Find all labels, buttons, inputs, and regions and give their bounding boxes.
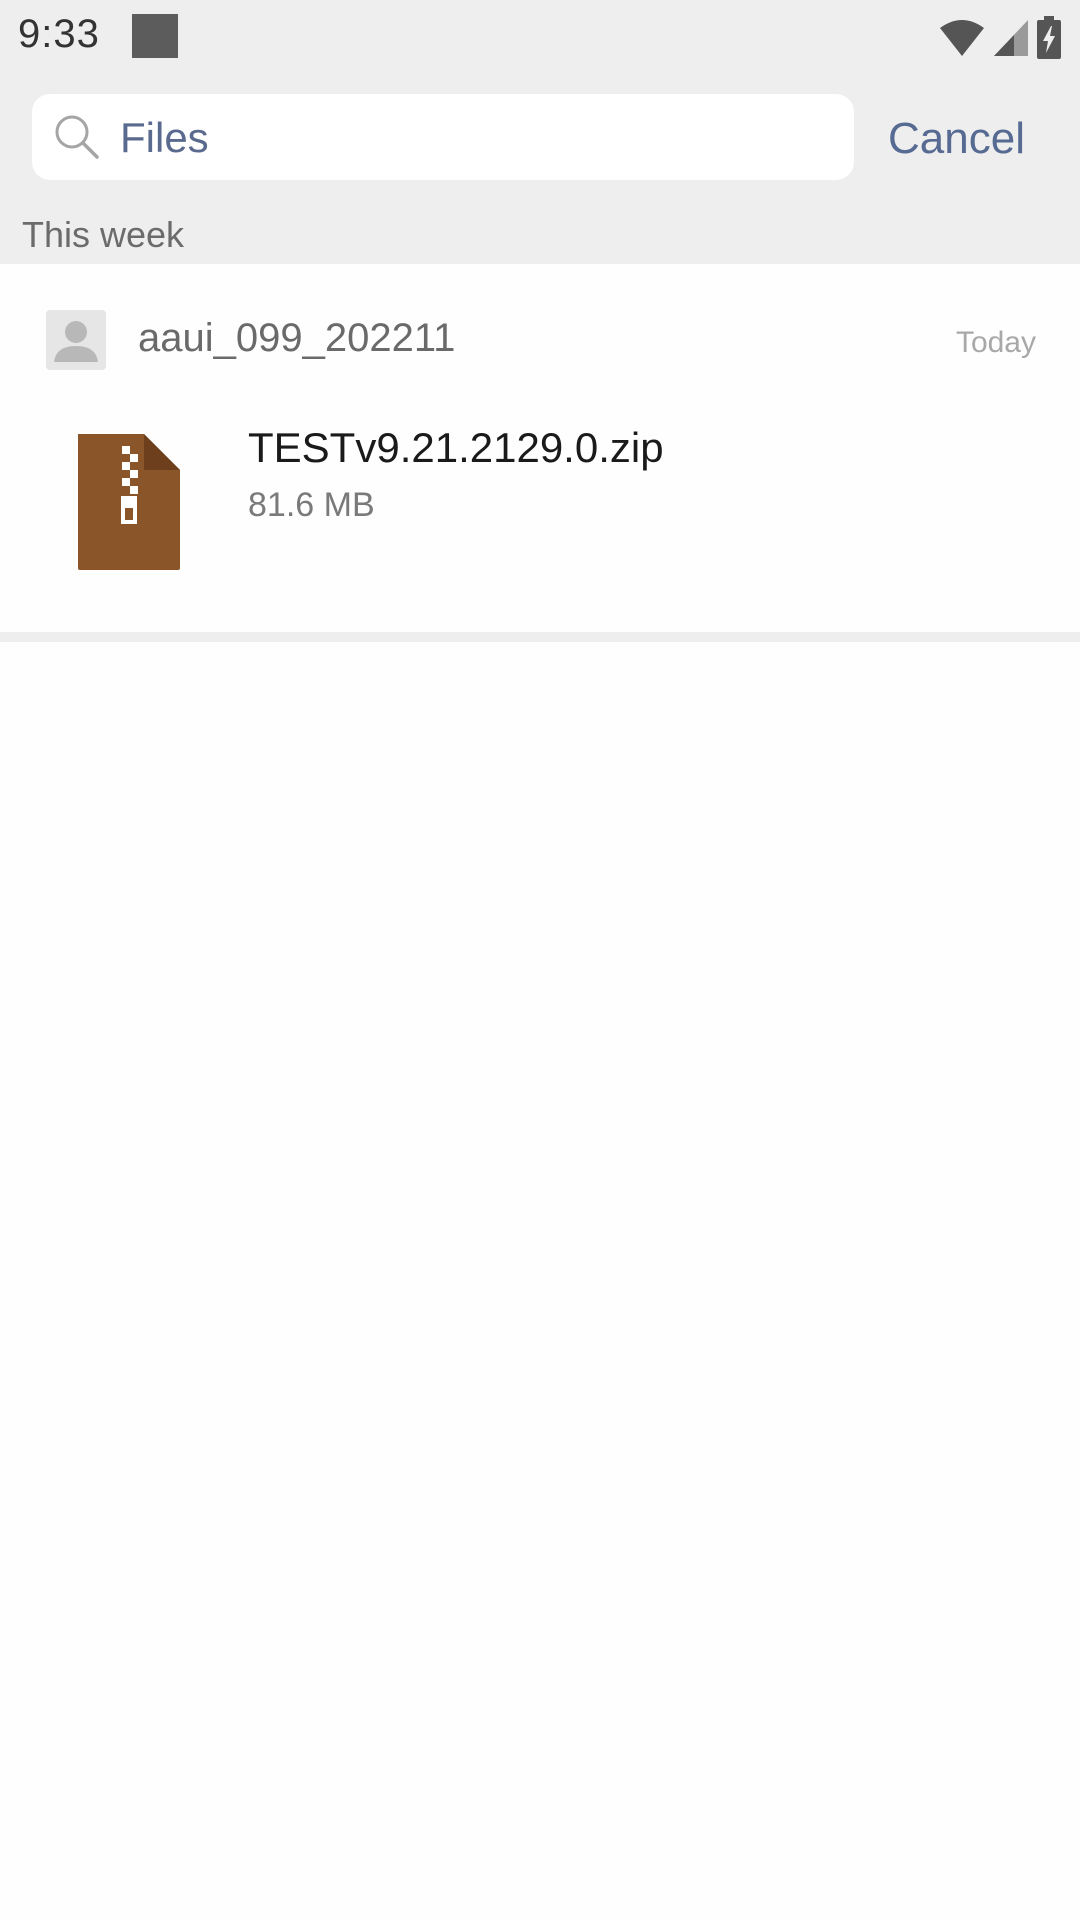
section-title: This week — [22, 214, 185, 255]
person-icon — [54, 321, 98, 362]
sender-name[interactable]: aaui_099_202211 — [138, 316, 455, 361]
status-time: 9:33 — [18, 12, 100, 56]
section-header: This week — [0, 200, 1080, 264]
notification-icon — [132, 14, 178, 58]
battery-charging-icon — [1037, 16, 1061, 59]
cancel-button[interactable]: Cancel — [888, 114, 1025, 164]
divider — [0, 632, 1080, 642]
wifi-icon — [940, 20, 984, 56]
search-input[interactable]: Files — [32, 94, 854, 180]
date-label: Today — [955, 326, 1036, 359]
file-size: 81.6 MB — [248, 486, 375, 524]
search-result-card: aaui_099_202211 Today TESTv9.21.2129.0.z… — [0, 264, 1080, 632]
search-area: Files Cancel — [0, 80, 1080, 200]
file-name[interactable]: TESTv9.21.2129.0.zip — [248, 424, 664, 472]
search-icon — [55, 115, 99, 159]
status-bar: 9:33 — [0, 0, 1080, 80]
cellular-signal-icon — [994, 20, 1028, 56]
zip-file-icon — [78, 434, 180, 570]
status-icons — [938, 14, 1062, 62]
file-item[interactable]: TESTv9.21.2129.0.zip 81.6 MB — [0, 404, 1080, 594]
avatar[interactable] — [46, 310, 106, 370]
search-query-text[interactable]: Files — [120, 114, 209, 162]
